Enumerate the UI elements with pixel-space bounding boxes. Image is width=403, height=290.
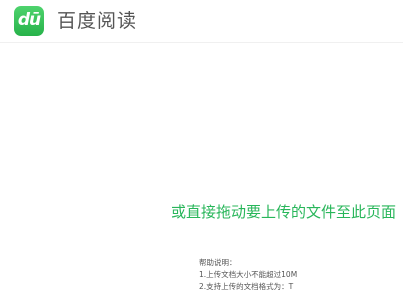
logo-text: dū	[17, 10, 41, 30]
watermark-overlay	[300, 258, 403, 290]
baidu-read-logo[interactable]: dū	[14, 6, 44, 36]
header-bar: dū 百度阅读	[0, 0, 403, 43]
drop-zone-hint[interactable]: 或直接拖动要上传的文件至此页面	[0, 202, 396, 222]
upload-page: dū 百度阅读 或直接拖动要上传的文件至此页面 帮助说明： 1.上传文档大小不能…	[0, 0, 403, 290]
app-title: 百度阅读	[57, 10, 138, 32]
